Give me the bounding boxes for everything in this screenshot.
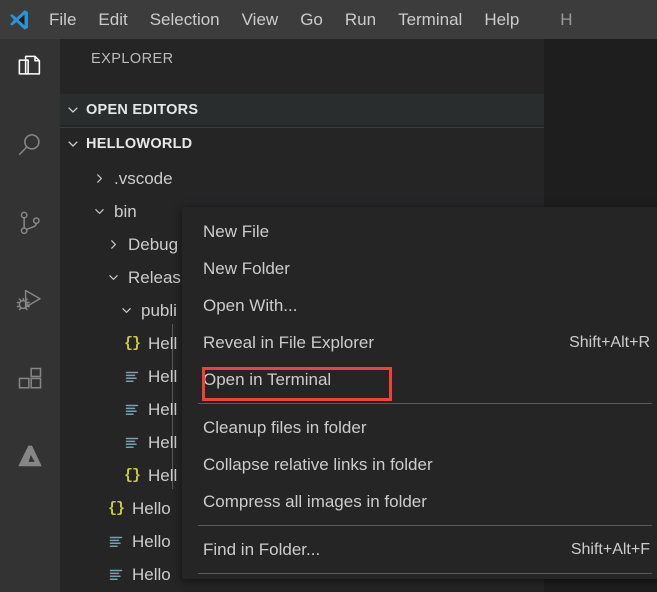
tree-item-label: bin: [114, 201, 137, 221]
context-menu-item-label: Cleanup files in folder: [203, 417, 367, 437]
chevron-down-icon: [60, 137, 86, 151]
section-open-editors[interactable]: OPEN EDITORS: [60, 94, 544, 125]
menu-truncated-title: H: [560, 9, 573, 29]
activity-item-extensions[interactable]: [0, 351, 60, 411]
context-menu-item-reveal-in-file-explorer[interactable]: Reveal in File Explorer Shift+Alt+R: [182, 324, 657, 361]
section-helloworld[interactable]: HELLOWORLD: [60, 128, 544, 159]
context-menu-item-find-in-folder[interactable]: Find in Folder... Shift+Alt+F: [182, 531, 657, 568]
menubar-items: File Edit Selection View Go Run Terminal…: [38, 0, 584, 39]
context-menu-item-label: New File: [203, 221, 270, 241]
menu-file[interactable]: File: [38, 5, 87, 35]
tree-item-label: Debug: [128, 234, 179, 254]
context-menu-item-label: Collapse relative links in folder: [203, 454, 433, 474]
context-menu-item-new-file[interactable]: New File: [182, 213, 657, 250]
tree-item-label: Releas: [128, 267, 181, 287]
context-menu-separator: [198, 525, 652, 526]
extensions-blocks-icon: [16, 365, 44, 398]
tree-item-vscode[interactable]: .vscode: [60, 162, 544, 195]
tree-item-label: publi: [141, 300, 177, 320]
context-menu-item-cleanup-files-in-folder[interactable]: Cleanup files in folder: [182, 409, 657, 446]
config-file-icon: [104, 558, 128, 591]
tree-item-label: Hello: [132, 531, 171, 551]
context-menu-item-label: Open With...: [203, 295, 298, 315]
activity-bar: [0, 39, 60, 592]
files-icon: [15, 52, 45, 87]
title-menu-bar: File Edit Selection View Go Run Terminal…: [0, 0, 657, 39]
context-menu-item-compress-all-images-in-folder[interactable]: Compress all images in folder: [182, 483, 657, 520]
context-menu-separator: [198, 403, 652, 404]
menu-terminal[interactable]: Terminal: [387, 5, 473, 35]
chevron-right-icon: [90, 162, 108, 195]
context-menu-item-new-folder[interactable]: New Folder: [182, 250, 657, 287]
json-file-icon: {}: [123, 335, 141, 352]
chevron-down-icon: [90, 195, 108, 228]
config-file-icon: [120, 360, 144, 393]
menu-selection[interactable]: Selection: [139, 5, 231, 35]
context-menu-item-open-with[interactable]: Open With...: [182, 287, 657, 324]
source-control-branch-icon: [16, 209, 44, 242]
vscode-logo-icon: [0, 0, 38, 39]
tree-item-label: Hello: [132, 564, 171, 584]
tree-item-label: .vscode: [114, 168, 173, 188]
config-file-icon: [120, 393, 144, 426]
menu-go[interactable]: Go: [289, 5, 334, 35]
activity-item-source-control[interactable]: [0, 195, 60, 255]
tree-item-label: Hell: [148, 333, 178, 353]
context-menu-separator: [198, 573, 652, 574]
chevron-down-icon: [104, 261, 122, 294]
run-debug-icon: [15, 286, 45, 321]
menu-run[interactable]: Run: [334, 5, 387, 35]
vscode-window: File Edit Selection View Go Run Terminal…: [0, 0, 657, 592]
activity-item-explorer[interactable]: [0, 39, 60, 99]
context-menu-item-shortcut: Shift+Alt+F: [570, 540, 650, 558]
config-file-icon: [104, 525, 128, 558]
tree-item-label: Hello: [132, 498, 171, 518]
context-menu-item-label: Compress all images in folder: [203, 491, 427, 511]
json-file-icon: {}: [107, 500, 125, 517]
context-menu-item-shortcut: Shift+Alt+R: [569, 333, 650, 351]
json-file-icon: {}: [123, 467, 141, 484]
explorer-title: EXPLORER: [91, 51, 174, 67]
section-helloworld-label: HELLOWORLD: [86, 135, 193, 152]
explorer-context-menu: New File New Folder Open With... Reveal …: [182, 207, 657, 579]
azure-logo-icon: [14, 441, 46, 478]
tree-item-label: Hell: [148, 465, 178, 485]
context-menu-item-open-in-terminal[interactable]: Open in Terminal: [182, 361, 657, 398]
context-menu-item-label: Open in Terminal: [203, 369, 332, 389]
section-open-editors-label: OPEN EDITORS: [86, 101, 199, 118]
tree-item-label: Hell: [148, 366, 178, 386]
activity-item-run-and-debug[interactable]: [0, 273, 60, 333]
search-icon: [15, 130, 45, 165]
menu-help[interactable]: Help: [473, 5, 530, 35]
activity-item-azure[interactable]: [0, 429, 60, 489]
chevron-right-icon: [104, 228, 122, 261]
context-menu-item-label: Reveal in File Explorer: [203, 332, 375, 352]
menu-view[interactable]: View: [231, 5, 290, 35]
context-menu-item-label: Find in Folder...: [203, 539, 321, 559]
activity-item-search[interactable]: [0, 117, 60, 177]
tree-item-label: Hell: [148, 399, 178, 419]
config-file-icon: [120, 426, 144, 459]
tree-item-label: Hell: [148, 432, 178, 452]
context-menu-item-collapse-relative-links-in-folder[interactable]: Collapse relative links in folder: [182, 446, 657, 483]
chevron-down-icon: [117, 294, 135, 327]
chevron-down-icon: [60, 103, 86, 117]
context-menu-item-label: New Folder: [203, 258, 290, 278]
menu-edit[interactable]: Edit: [87, 5, 138, 35]
